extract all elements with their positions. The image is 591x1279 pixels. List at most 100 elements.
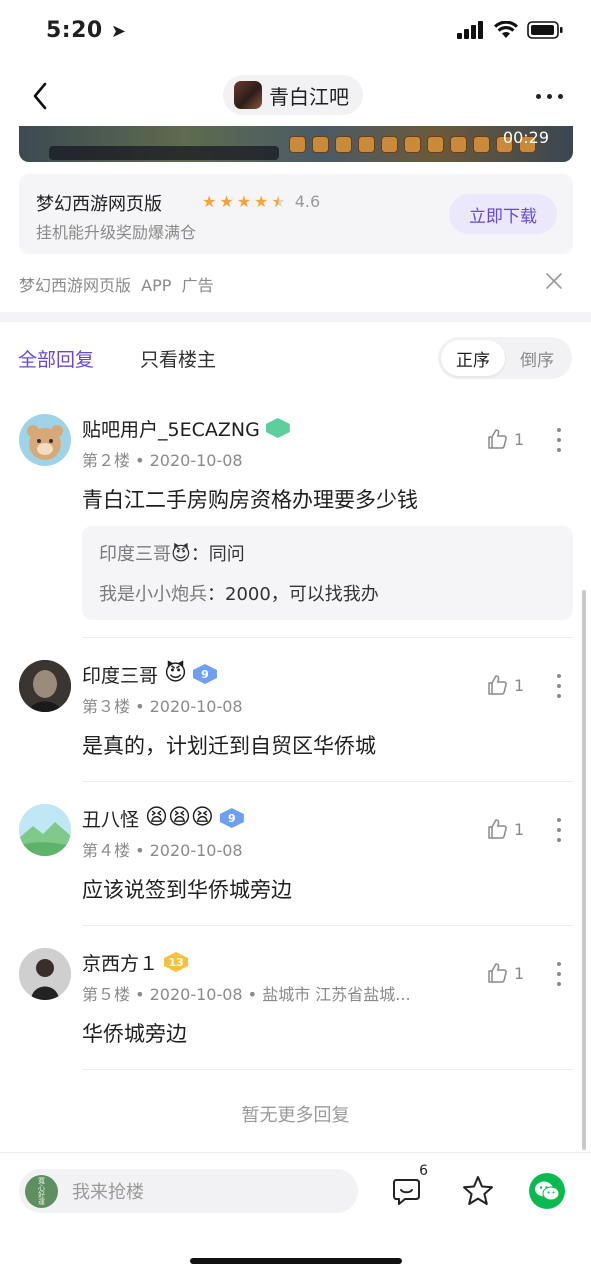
sub-replies-box[interactable]: 印度三哥😈：同问 我是小小炮兵：2000，可以找我办 [82,526,573,620]
user-name[interactable]: 京西方１ [82,949,158,976]
devil-emoji-icon: 😈 [171,543,191,565]
video-game-icons [289,136,536,153]
status-bar: 5:20 ➤ [0,0,591,64]
reply-divider [82,637,573,638]
order-asc-button[interactable]: 正序 [441,340,505,376]
like-button[interactable]: 1 [486,962,524,984]
forum-name: 青白江吧 [269,84,349,109]
wifi-icon [494,21,518,38]
user-name-row: 京西方１ 13 [82,948,189,976]
reply-content: 应该说签到华侨城旁边 [82,878,292,902]
user-name[interactable]: 丑八怪 [82,805,139,832]
sub-reply-text: ：2000，可以找我办 [207,584,379,605]
star-icon: ★ [236,191,252,211]
reply-filter-row: 全部回复 只看楼主 正序 倒序 [0,322,591,394]
reply-item: 京西方１ 13 第５楼 • 2020-10-08 • 盐城市 江苏省盐城... … [0,948,591,1068]
avatar[interactable] [19,948,71,1000]
floor-meta: 第４楼 • 2020-10-08 [82,841,243,860]
like-button[interactable]: 1 [486,818,524,840]
my-avatar: 寬心好運 [25,1174,58,1208]
tab-all-replies[interactable]: 全部回复 [18,345,94,372]
user-name[interactable]: 贴吧用户_5ECAZNG [82,415,260,442]
battery-icon [527,21,563,39]
close-icon[interactable] [545,272,563,290]
forum-title-pill[interactable]: 青白江吧 [223,75,363,115]
section-divider [0,312,591,322]
reply-divider [82,925,573,926]
sub-reply-author[interactable]: 我是小小炮兵 [99,584,207,605]
more-options-button[interactable] [529,81,569,111]
reply-more-button[interactable] [552,674,566,698]
reply-divider [82,1069,573,1070]
devil-emoji-icon: 😈 [164,661,187,686]
order-desc-button[interactable]: 倒序 [505,340,569,376]
favorite-button[interactable] [460,1173,496,1209]
sub-reply-author[interactable]: 印度三哥 [99,544,171,565]
level-badge-icon: 9 [192,664,217,684]
reply-content: 是真的，计划迁到自贸区华侨城 [82,734,376,758]
nav-bar: 青白江吧 [0,64,591,126]
tired-face-emoji-icon: 😫😫😫 [145,805,214,830]
like-button[interactable]: 1 [486,428,524,450]
no-more-replies: 暂无更多回复 [241,1105,350,1126]
reply-item: 丑八怪 😫😫😫 9 第４楼 • 2020-10-08 应该说签到华侨城旁边 1 [0,804,591,924]
comments-button[interactable]: 6 [390,1163,428,1209]
sub-reply: 印度三哥😈：同问 [99,540,245,566]
download-button[interactable]: 立即下载 [449,194,557,234]
ad-subtitle: 挂机能升级奖励爆满仓 [36,223,197,242]
floor-meta: 第５楼 • 2020-10-08 • 盐城市 江苏省盐城... [82,985,411,1004]
thumbs-up-icon [488,819,507,839]
avatar[interactable] [19,660,71,712]
reply-more-button[interactable] [552,818,566,842]
wechat-icon [535,1181,560,1201]
user-name-row: 印度三哥 😈 9 [82,660,217,688]
floor-meta: 第３楼 • 2020-10-08 [82,697,243,716]
scrollbar[interactable] [582,590,586,1150]
ad-card[interactable]: 梦幻西游网页版 ★ ★ ★ ★ ★ 4.6 挂机能升级奖励爆满仓 立即下载 [19,174,573,254]
video-duration: 00:29 [502,128,549,147]
ad-rating: 4.6 [294,192,321,211]
star-icon: ★ [219,191,234,211]
like-count: 1 [514,963,525,983]
signal-icon [457,21,483,39]
star-half-icon: ★ [271,191,286,211]
comment-input[interactable]: 寬心好運 我来抢楼 [19,1169,358,1213]
thumbs-up-icon [488,963,507,983]
order-toggle: 正序 倒序 [438,337,572,379]
level-badge-icon: 13 [164,952,189,972]
thumbs-up-icon [488,675,507,695]
forum-avatar [234,81,262,109]
wechat-share-button[interactable] [529,1173,565,1209]
ad-title: 梦幻西游网页版 [36,194,162,215]
reply-divider [82,781,573,782]
level-badge-icon: 9 [219,808,244,828]
comment-placeholder: 我来抢楼 [72,1182,144,1203]
level-badge-icon [265,418,290,438]
location-arrow-icon: ➤ [110,21,127,42]
ad-video[interactable]: 00:29 [19,126,573,162]
sub-reply-text: ：同问 [190,544,245,565]
user-name[interactable]: 印度三哥 [82,661,158,688]
like-button[interactable]: 1 [486,674,524,696]
avatar[interactable] [19,804,71,856]
thumbs-up-icon [488,429,507,449]
reply-content: 青白江二手房购房资格办理要多少钱 [82,488,418,512]
user-name-row: 贴吧用户_5ECAZNG [82,414,290,442]
reply-more-button[interactable] [552,962,566,986]
avatar[interactable] [19,414,71,466]
like-count: 1 [514,819,525,839]
star-icon: ★ [254,191,269,211]
status-icons [457,21,563,39]
back-button[interactable] [20,76,60,116]
ad-source-label: 梦幻西游网页版 APP 广告 [19,276,214,295]
tab-owner-only[interactable]: 只看楼主 [140,345,216,372]
video-hud-bar [49,146,279,160]
reply-content: 华侨城旁边 [82,1022,187,1046]
reply-item: 印度三哥 😈 9 第３楼 • 2020-10-08 是真的，计划迁到自贸区华侨城… [0,660,591,780]
ad-rating-stars: ★ ★ ★ ★ ★ 4.6 [202,192,320,211]
reply-more-button[interactable] [552,428,566,452]
floor-meta: 第２楼 • 2020-10-08 [82,451,243,470]
like-count: 1 [514,429,525,449]
like-count: 1 [514,675,525,695]
comment-count: 6 [419,1163,428,1179]
